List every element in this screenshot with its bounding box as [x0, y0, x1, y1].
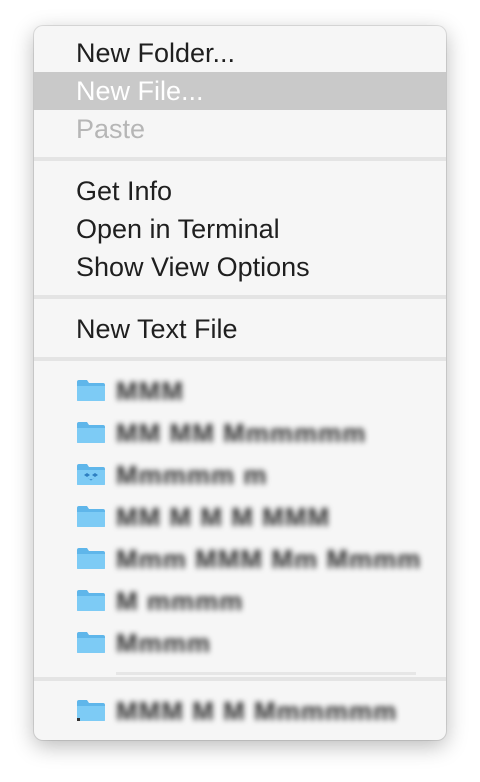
menu-item-get-info[interactable]: Get Info — [34, 172, 446, 210]
folder-icon — [77, 632, 105, 653]
folder-label: Mmmmm m — [116, 460, 268, 490]
folder-icon — [77, 422, 105, 443]
folder-icon — [77, 506, 105, 527]
menu-item-new-file[interactable]: New File... — [34, 72, 446, 110]
menu-separator — [34, 677, 446, 681]
menu-separator — [34, 295, 446, 299]
menu-item-paste: Paste — [76, 114, 146, 144]
folder-label: MMM M M Mmmmmm — [116, 696, 398, 726]
recent-folder-item[interactable]: M mmmm — [34, 582, 446, 622]
folder-icon — [77, 548, 105, 569]
folder-label: Mmm MMM Mm Mmmm — [116, 544, 422, 574]
folder-label: Mmmm — [116, 628, 212, 658]
folder-label: MM MM Mmmmmm — [116, 418, 367, 448]
folder-label: MMM — [116, 376, 184, 406]
recent-folder-item[interactable]: MM M M M MMM — [34, 498, 446, 538]
recent-folder-item[interactable]: MMM — [34, 372, 446, 412]
folder-icon — [77, 590, 105, 611]
menu-item-new-text-file[interactable]: New Text File — [34, 310, 446, 348]
scroll-indicator — [116, 672, 416, 675]
dropbox-folder-icon — [77, 464, 105, 485]
recent-folder-item[interactable]: Mmm MMM Mm Mmmm — [34, 540, 446, 580]
recent-folder-item[interactable]: Mmmmm m — [34, 456, 446, 496]
context-menu: New Folder... New File... Paste Get Info… — [34, 26, 446, 740]
pinned-folder-item[interactable]: MMM M M Mmmmmm — [34, 692, 446, 732]
folder-label: M mmmm — [116, 586, 244, 616]
folder-label: MM M M M MMM — [116, 502, 331, 532]
folder-icon — [77, 700, 105, 721]
menu-item-new-folder[interactable]: New Folder... — [34, 34, 446, 72]
recent-folder-item[interactable]: MM MM Mmmmmm — [34, 414, 446, 454]
folder-icon — [77, 380, 105, 401]
menu-item-open-in-terminal[interactable]: Open in Terminal — [34, 210, 446, 248]
recent-folder-item[interactable]: Mmmm — [34, 624, 446, 664]
menu-separator — [34, 357, 446, 361]
menu-separator — [34, 157, 446, 161]
menu-item-show-view-options[interactable]: Show View Options — [34, 248, 446, 286]
